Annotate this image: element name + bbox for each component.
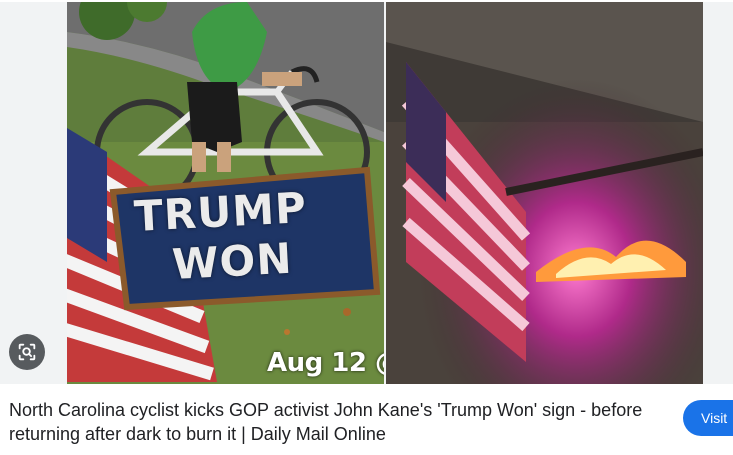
sign-text-won: WON [171, 233, 294, 289]
sign-text-trump: TRUMP [133, 182, 308, 241]
video-timestamp: Aug 12 @ 7 [267, 348, 384, 378]
google-lens-icon [18, 343, 36, 361]
visit-button[interactable]: Visit [683, 400, 733, 436]
photo-right-burning-flag [386, 2, 703, 384]
image-preview-panel[interactable]: TRUMP WON Aug 12 @ 7 [0, 2, 733, 384]
result-title-link[interactable]: North Carolina cyclist kicks GOP activis… [9, 398, 659, 446]
burning-flag-scene [386, 2, 703, 384]
google-lens-button[interactable] [9, 334, 45, 370]
photo-left-cyclist: TRUMP WON Aug 12 @ 7 [67, 2, 384, 384]
